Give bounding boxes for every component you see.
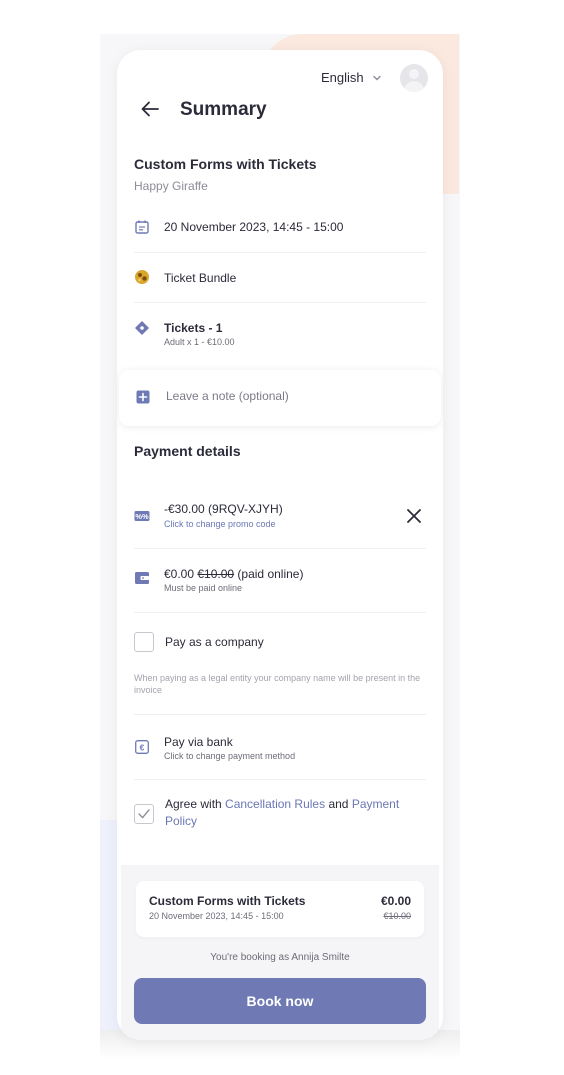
payment-method-row[interactable]: € Pay via bank Click to change payment m… [134, 734, 426, 764]
bundle-row: Ticket Bundle [134, 269, 426, 287]
price-now: €0.00 [164, 567, 195, 581]
date-row: 20 November 2023, 14:45 - 15:00 [134, 218, 426, 236]
agree-prefix: Agree with [165, 797, 222, 811]
event-date: 20 November 2023, 14:45 - 15:00 [164, 220, 344, 234]
divider [134, 548, 426, 549]
wallet-icon [135, 572, 149, 584]
promo-row[interactable]: %% -€30.00 (9RQV-XJYH) Click to change p… [134, 502, 426, 532]
booking-as-text: You're booking as Annija Smilte [210, 952, 350, 963]
language-selector[interactable]: English [321, 70, 382, 85]
price-row: €0.00 €10.00 (paid online) Must be paid … [134, 566, 426, 596]
book-now-button[interactable]: Book now [134, 978, 426, 1024]
divider [134, 252, 426, 253]
promo-percent-icon: %% [134, 511, 150, 521]
price-line: €0.00 €10.00 (paid online) [164, 567, 303, 581]
agree-and: and [328, 797, 349, 811]
order-old-total: €10.00 [383, 911, 411, 921]
arrow-left-icon[interactable] [139, 98, 161, 120]
tickets-detail: Adult x 1 - €10.00 [164, 337, 235, 347]
cancellation-rules-link[interactable]: Cancellation Rules [225, 797, 325, 811]
close-icon[interactable] [406, 508, 422, 524]
price-suffix: (paid online) [237, 567, 304, 581]
order-event-date: 20 November 2023, 14:45 - 15:00 [149, 911, 284, 921]
euro-icon: € [135, 740, 149, 754]
order-summary: Custom Forms with Tickets 20 November 20… [136, 881, 424, 937]
divider [134, 714, 426, 715]
bundle-name: Ticket Bundle [164, 271, 237, 285]
language-label: English [321, 70, 364, 85]
agree-text: Agree with Cancellation Rules and Paymen… [165, 796, 427, 830]
svg-text:%%: %% [135, 512, 149, 521]
booking-footer: Custom Forms with Tickets 20 November 20… [121, 865, 439, 1040]
svg-text:€: € [140, 742, 145, 752]
summary-card-screen: English Summary Custom Forms with Ticket… [117, 50, 443, 1040]
user-avatar-icon[interactable] [400, 64, 428, 92]
price-old: €10.00 [197, 567, 235, 581]
event-organizer: Happy Giraffe [134, 179, 208, 193]
order-total: €0.00 [380, 894, 411, 908]
event-title: Custom Forms with Tickets [134, 156, 317, 172]
order-event-name: Custom Forms with Tickets [149, 894, 306, 908]
tickets-label: Tickets - 1 [164, 321, 223, 335]
tickets-row: Tickets - 1 Adult x 1 - €10.00 [134, 320, 426, 350]
payment-method-sub: Click to change payment method [164, 751, 296, 761]
page-title: Summary [180, 99, 267, 120]
chevron-down-icon [372, 75, 381, 80]
note-add-icon [136, 390, 150, 404]
bundle-icon [135, 270, 149, 284]
company-label[interactable]: Pay as a company [165, 635, 264, 649]
promo-change-link[interactable]: Click to change promo code [164, 519, 276, 529]
company-note: When paying as a legal entity your compa… [134, 673, 421, 695]
divider [134, 302, 426, 303]
divider [134, 612, 426, 613]
note-field[interactable]: Leave a note (optional) [119, 370, 441, 426]
promo-value: -€30.00 (9RQV-XJYH) [164, 502, 283, 516]
checkmark-icon [138, 809, 150, 819]
ticket-icon [135, 321, 149, 335]
company-checkbox[interactable] [134, 632, 154, 652]
divider [134, 779, 426, 780]
payment-details-title: Payment details [134, 443, 241, 459]
agree-checkbox[interactable] [134, 804, 154, 824]
note-placeholder: Leave a note (optional) [166, 389, 289, 403]
payment-method-label: Pay via bank [164, 735, 233, 749]
price-sub: Must be paid online [164, 583, 243, 593]
calendar-icon [135, 220, 149, 234]
